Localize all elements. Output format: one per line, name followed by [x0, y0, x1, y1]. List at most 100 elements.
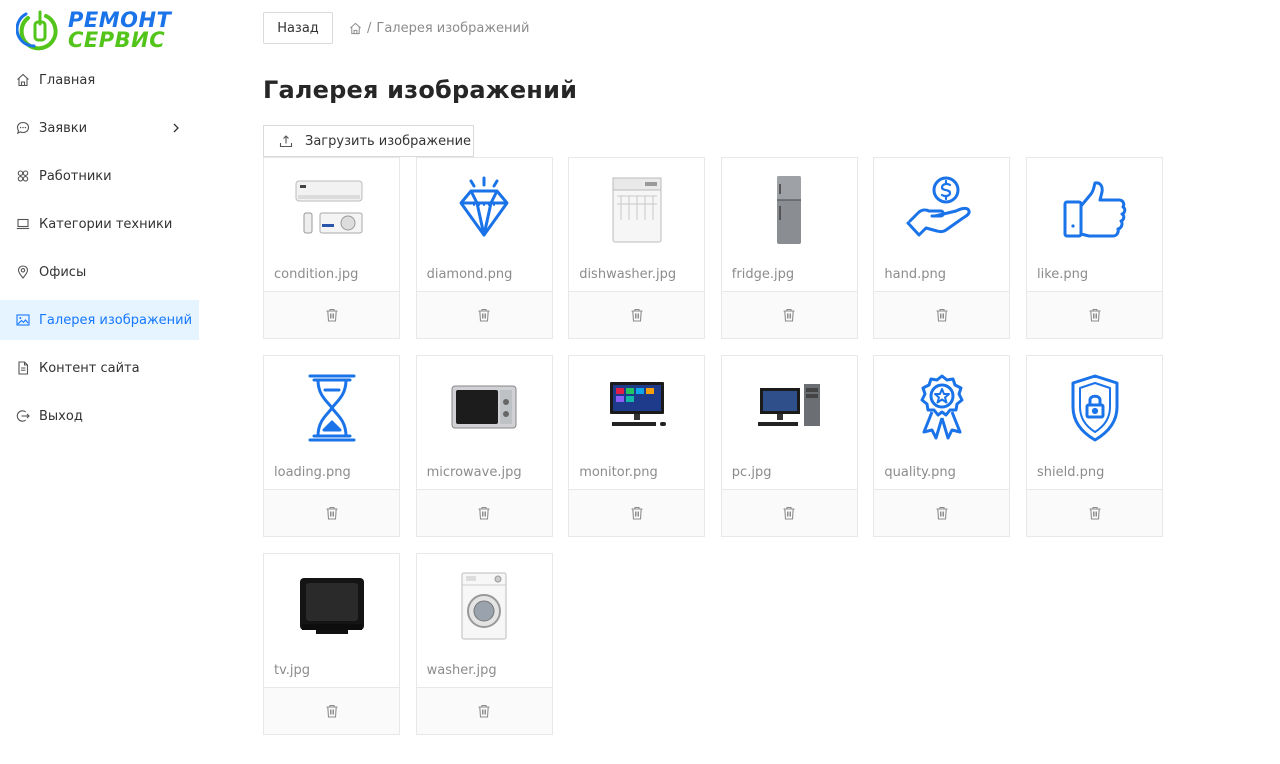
air-conditioner-image[interactable]	[264, 158, 399, 262]
gallery-filename: shield.png	[1037, 465, 1105, 480]
delete-icon[interactable]	[1087, 505, 1103, 521]
breadcrumb-separator: /	[367, 20, 372, 36]
sidebar: РЕМОНТ СЕРВИС Главная Заявки Работники К…	[0, 0, 199, 764]
sidebar-menu: Главная Заявки Работники Категории техни…	[0, 60, 199, 444]
gallery-filename: monitor.png	[579, 465, 658, 480]
sidebar-item-label: Галерея изображений	[39, 312, 193, 328]
gallery-filename: dishwasher.jpg	[579, 267, 677, 282]
hourglass-image[interactable]	[264, 356, 399, 460]
gallery-card[interactable]: loading.png	[263, 355, 400, 537]
gallery-card[interactable]: microwave.jpg	[415, 355, 553, 537]
card-actions	[569, 291, 705, 338]
pc-image[interactable]	[722, 356, 857, 460]
sidebar-item-gallery[interactable]: Галерея изображений	[0, 300, 199, 340]
card-actions	[874, 489, 1010, 536]
page-title: Галерея изображений	[263, 76, 578, 104]
sidebar-item-offices[interactable]: Офисы	[0, 252, 199, 292]
fridge-image[interactable]	[722, 158, 857, 262]
dishwasher-image[interactable]	[569, 158, 704, 262]
logo[interactable]: РЕМОНТ СЕРВИС	[16, 8, 176, 56]
back-button[interactable]: Назад	[263, 12, 333, 44]
gallery-filename: microwave.jpg	[426, 465, 522, 480]
sidebar-item-label: Заявки	[39, 120, 88, 136]
upload-image-label: Загрузить изображение	[305, 133, 472, 149]
gallery-filename: fridge.jpg	[731, 267, 795, 282]
delete-icon[interactable]	[781, 307, 797, 323]
delete-icon[interactable]	[476, 307, 492, 323]
gallery-card[interactable]: tv.jpg	[263, 553, 400, 735]
microwave-image[interactable]	[417, 356, 552, 460]
sidebar-item-home[interactable]: Главная	[0, 60, 199, 100]
hand-coin-image[interactable]	[874, 158, 1009, 262]
gallery-card[interactable]: shield.png	[1026, 355, 1163, 537]
delete-icon[interactable]	[781, 505, 797, 521]
sidebar-item-categories[interactable]: Категории техники	[0, 204, 199, 244]
file-icon	[16, 361, 30, 375]
gallery-card[interactable]: quality.png	[873, 355, 1011, 537]
sidebar-item-workers[interactable]: Работники	[0, 156, 199, 196]
sidebar-item-logout[interactable]: Выход	[0, 396, 199, 436]
card-actions	[264, 687, 399, 734]
gallery-card[interactable]: like.png	[1026, 157, 1163, 339]
card-actions	[416, 687, 552, 734]
sidebar-item-label: Выход	[39, 408, 83, 424]
topbar: Назад / Галерея изображений	[263, 12, 529, 44]
sidebar-item-content[interactable]: Контент сайта	[0, 348, 199, 388]
sidebar-item-label: Работники	[39, 168, 112, 184]
delete-icon[interactable]	[1087, 307, 1103, 323]
gallery-filename: like.png	[1037, 267, 1089, 282]
breadcrumb: / Галерея изображений	[349, 21, 529, 36]
gallery-card[interactable]: dishwasher.jpg	[568, 157, 706, 339]
delete-icon[interactable]	[476, 505, 492, 521]
gallery-filename: pc.jpg	[731, 465, 772, 480]
logo-mark-icon	[16, 10, 58, 51]
like-image[interactable]	[1027, 158, 1162, 262]
team-icon	[16, 169, 30, 183]
delete-icon[interactable]	[934, 307, 950, 323]
card-actions	[264, 489, 399, 536]
gallery-filename: tv.jpg	[274, 663, 311, 678]
monitor-image[interactable]	[569, 356, 704, 460]
gallery-card[interactable]: diamond.png	[415, 157, 553, 339]
breadcrumb-home-icon[interactable]	[349, 22, 362, 35]
chevron-right-icon	[173, 123, 179, 133]
sidebar-item-label: Категории техники	[39, 216, 173, 232]
delete-icon[interactable]	[934, 505, 950, 521]
gallery-card[interactable]: hand.png	[873, 157, 1011, 339]
delete-icon[interactable]	[324, 703, 340, 719]
tv-image[interactable]	[264, 554, 399, 658]
picture-icon	[16, 313, 30, 327]
delete-icon[interactable]	[324, 505, 340, 521]
upload-image-button[interactable]: Загрузить изображение	[263, 125, 474, 157]
delete-icon[interactable]	[629, 505, 645, 521]
chat-icon	[16, 121, 30, 135]
upload-icon	[279, 135, 293, 148]
shield-image[interactable]	[1027, 356, 1162, 460]
diamond-image[interactable]	[417, 158, 552, 262]
quality-badge-image[interactable]	[874, 356, 1009, 460]
laptop-icon	[16, 217, 30, 231]
gallery-filename: washer.jpg	[426, 663, 497, 678]
card-actions	[1027, 291, 1162, 338]
gallery-card[interactable]: fridge.jpg	[720, 157, 858, 339]
delete-icon[interactable]	[324, 307, 340, 323]
card-actions	[569, 489, 705, 536]
gallery-filename: loading.png	[274, 465, 351, 480]
gallery-filename: quality.png	[884, 465, 956, 480]
card-actions	[416, 489, 552, 536]
gallery-card[interactable]: condition.jpg	[263, 157, 400, 339]
card-actions	[874, 291, 1010, 338]
gallery-filename: diamond.png	[426, 267, 513, 282]
delete-icon[interactable]	[629, 307, 645, 323]
delete-icon[interactable]	[476, 703, 492, 719]
logout-icon	[16, 409, 30, 423]
gallery-card[interactable]: washer.jpg	[415, 553, 553, 735]
card-actions	[721, 291, 857, 338]
washer-image[interactable]	[417, 554, 552, 658]
gallery-filename: hand.png	[884, 267, 946, 282]
gallery-card[interactable]: pc.jpg	[720, 355, 858, 537]
card-actions	[416, 291, 552, 338]
gallery-filename: condition.jpg	[274, 267, 359, 282]
sidebar-item-requests[interactable]: Заявки	[0, 108, 199, 148]
gallery-card[interactable]: monitor.png	[568, 355, 706, 537]
